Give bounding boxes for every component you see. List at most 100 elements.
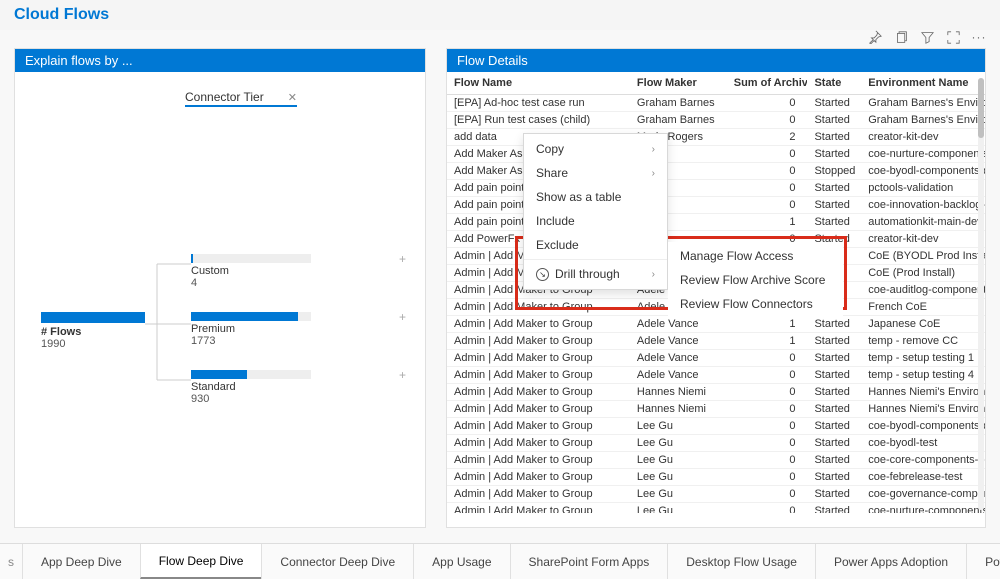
table-cell[interactable]: Admin | Add Maker to Group xyxy=(447,503,630,514)
table-cell[interactable]: Started xyxy=(807,350,861,367)
tab-connector-deep-dive[interactable]: Connector Deep Dive xyxy=(261,544,414,579)
table-cell[interactable]: [EPA] Run test cases (child) xyxy=(447,112,630,129)
table-cell[interactable]: Admin | Add Maker to Group xyxy=(447,401,630,418)
table-row[interactable]: Admin | Add Maker to GroupLee Gu0Started… xyxy=(447,503,985,514)
table-cell[interactable]: 0 xyxy=(727,452,808,469)
submenu-review-archive[interactable]: Review Flow Archive Score xyxy=(668,268,843,292)
table-cell[interactable]: Started xyxy=(807,452,861,469)
table-cell[interactable]: coe-auditlog-components-dev xyxy=(861,282,985,299)
table-cell[interactable]: 0 xyxy=(727,367,808,384)
table-cell[interactable]: coe-core-components-dev xyxy=(861,452,985,469)
explain-flows-visual[interactable]: Explain flows by ... Connector Tier ✕ # … xyxy=(14,48,426,528)
table-cell[interactable]: Started xyxy=(807,95,861,112)
table-row[interactable]: Admin | Add Maker to GroupLee Gu0Started… xyxy=(447,418,985,435)
table-cell[interactable]: coe-nurture-components-dev xyxy=(861,503,985,514)
menu-include[interactable]: Include xyxy=(524,209,667,233)
submenu-manage-access[interactable]: Manage Flow Access xyxy=(668,244,843,268)
menu-show-table[interactable]: Show as a table xyxy=(524,185,667,209)
table-cell[interactable]: 1 xyxy=(727,214,808,231)
tree-root-node[interactable]: # Flows 1990 xyxy=(41,312,145,350)
table-cell[interactable]: Lee Gu xyxy=(630,418,727,435)
table-cell[interactable]: coe-byodl-test xyxy=(861,435,985,452)
table-cell[interactable]: Started xyxy=(807,333,861,350)
table-cell[interactable]: creator-kit-dev xyxy=(861,129,985,146)
table-cell[interactable]: Started xyxy=(807,316,861,333)
table-cell[interactable]: coe-byodl-components-dev xyxy=(861,163,985,180)
table-cell[interactable]: 2 xyxy=(727,129,808,146)
more-icon[interactable]: ··· xyxy=(970,28,988,46)
table-cell[interactable]: 0 xyxy=(727,112,808,129)
tree-child-premium[interactable]: + Premium 1773 xyxy=(191,312,391,347)
table-cell[interactable]: Started xyxy=(807,129,861,146)
tab-app-deep-dive[interactable]: App Deep Dive xyxy=(22,544,141,579)
table-cell[interactable]: 0 xyxy=(727,95,808,112)
col-flow-name[interactable]: Flow Name xyxy=(447,72,630,95)
table-cell[interactable]: Admin | Add Maker to Group xyxy=(447,299,630,316)
table-cell[interactable]: 0 xyxy=(727,180,808,197)
table-cell[interactable]: Lee Gu xyxy=(630,503,727,514)
table-row[interactable]: Admin | Add Maker to GroupAdele Vance0St… xyxy=(447,350,985,367)
table-cell[interactable]: Started xyxy=(807,435,861,452)
expand-icon[interactable]: + xyxy=(399,252,406,266)
tab-desktop-flow-usage[interactable]: Desktop Flow Usage xyxy=(667,544,816,579)
table-cell[interactable]: 0 xyxy=(727,418,808,435)
filter-icon[interactable] xyxy=(918,28,936,46)
table-row[interactable]: Admin | Add Maker to GroupAdele Vance1St… xyxy=(447,333,985,350)
table-cell[interactable]: French CoE xyxy=(861,299,985,316)
tree-child-custom[interactable]: + Custom 4 xyxy=(191,254,391,289)
table-cell[interactable]: 1 xyxy=(727,333,808,350)
table-cell[interactable]: Admin | Add Maker to Group xyxy=(447,333,630,350)
table-cell[interactable]: Stopped xyxy=(807,163,861,180)
table-cell[interactable]: Graham Barnes xyxy=(630,95,727,112)
table-cell[interactable]: Admin | Add Maker to Group xyxy=(447,452,630,469)
tab-sharepoint-form-apps[interactable]: SharePoint Form Apps xyxy=(510,544,669,579)
col-state[interactable]: State xyxy=(807,72,861,95)
table-cell[interactable]: Hannes Niemi xyxy=(630,401,727,418)
table-cell[interactable]: CoE (BYODL Prod Install) xyxy=(861,248,985,265)
table-row[interactable]: Admin | Add Maker to GroupAdele Vance0St… xyxy=(447,367,985,384)
table-cell[interactable]: Started xyxy=(807,180,861,197)
tree-child-standard[interactable]: + Standard 930 xyxy=(191,370,391,405)
table-cell[interactable]: Japanese CoE xyxy=(861,316,985,333)
table-cell[interactable]: Adele Vance xyxy=(630,367,727,384)
table-cell[interactable]: temp - setup testing 4 xyxy=(861,367,985,384)
menu-share[interactable]: Share› xyxy=(524,161,667,185)
focus-icon[interactable] xyxy=(944,28,962,46)
table-cell[interactable]: pctools-validation xyxy=(861,180,985,197)
table-cell[interactable]: Lee Gu xyxy=(630,469,727,486)
table-cell[interactable]: 0 xyxy=(727,197,808,214)
scrollbar-thumb[interactable] xyxy=(978,78,984,138)
table-row[interactable]: [EPA] Run test cases (child) Graham Barne… xyxy=(447,112,985,129)
table-row[interactable]: [EPA] Ad-hoc test case runGraham Barnes0… xyxy=(447,95,985,112)
table-cell[interactable]: Started xyxy=(807,486,861,503)
menu-drill-through[interactable]: ↘Drill through › xyxy=(524,262,667,286)
table-cell[interactable]: coe-byodl-components-dev xyxy=(861,418,985,435)
pin-icon[interactable] xyxy=(866,28,884,46)
table-cell[interactable]: Adele Vance xyxy=(630,333,727,350)
table-cell[interactable]: Started xyxy=(807,112,861,129)
table-row[interactable]: Admin | Add Maker to GroupLee Gu0Started… xyxy=(447,486,985,503)
table-cell[interactable]: 0 xyxy=(727,503,808,514)
table-cell[interactable]: coe-febrelease-test xyxy=(861,469,985,486)
table-cell[interactable]: 0 xyxy=(727,469,808,486)
table-cell[interactable]: Admin | Add Maker to Group xyxy=(447,316,630,333)
table-cell[interactable]: CoE (Prod Install) xyxy=(861,265,985,282)
table-cell[interactable]: Started xyxy=(807,146,861,163)
table-cell[interactable]: Graham Barnes's Environment xyxy=(861,112,985,129)
table-cell[interactable]: temp - setup testing 1 xyxy=(861,350,985,367)
table-cell[interactable]: Started xyxy=(807,401,861,418)
table-cell[interactable]: 1 xyxy=(727,316,808,333)
table-cell[interactable]: Graham Barnes's Environment xyxy=(861,95,985,112)
table-cell[interactable]: Admin | Add Maker to Group xyxy=(447,384,630,401)
table-row[interactable]: Admin | Add Maker to GroupAdele Vance1St… xyxy=(447,316,985,333)
table-cell[interactable]: [EPA] Ad-hoc test case run xyxy=(447,95,630,112)
vertical-scrollbar[interactable] xyxy=(978,78,984,510)
table-cell[interactable]: 0 xyxy=(727,146,808,163)
tab-power-apps-adoption[interactable]: Power Apps Adoption xyxy=(815,544,967,579)
table-cell[interactable]: Lee Gu xyxy=(630,486,727,503)
table-cell[interactable]: Adele Vance xyxy=(630,316,727,333)
table-cell[interactable]: Admin | Add Maker to Group xyxy=(447,435,630,452)
table-cell[interactable]: creator-kit-dev xyxy=(861,231,985,248)
table-cell[interactable]: 0 xyxy=(727,435,808,452)
col-archive-score[interactable]: Sum of Archive Score xyxy=(727,72,808,95)
